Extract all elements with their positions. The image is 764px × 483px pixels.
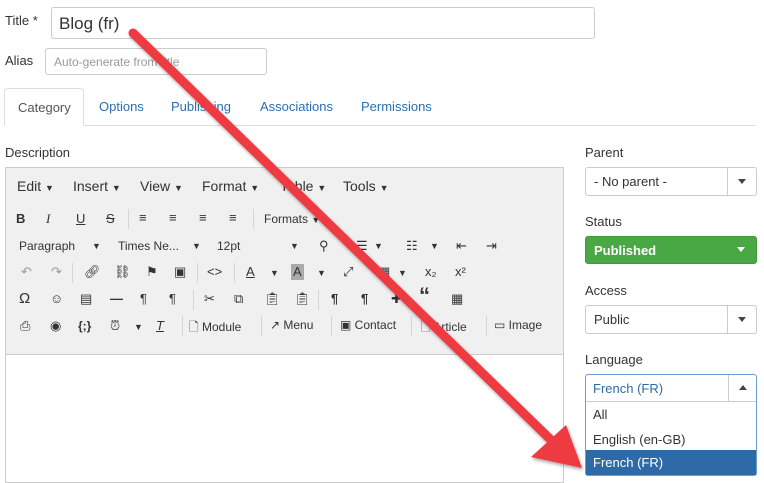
- red-arrow-icon: [128, 28, 582, 468]
- annotation-arrow: [128, 28, 582, 468]
